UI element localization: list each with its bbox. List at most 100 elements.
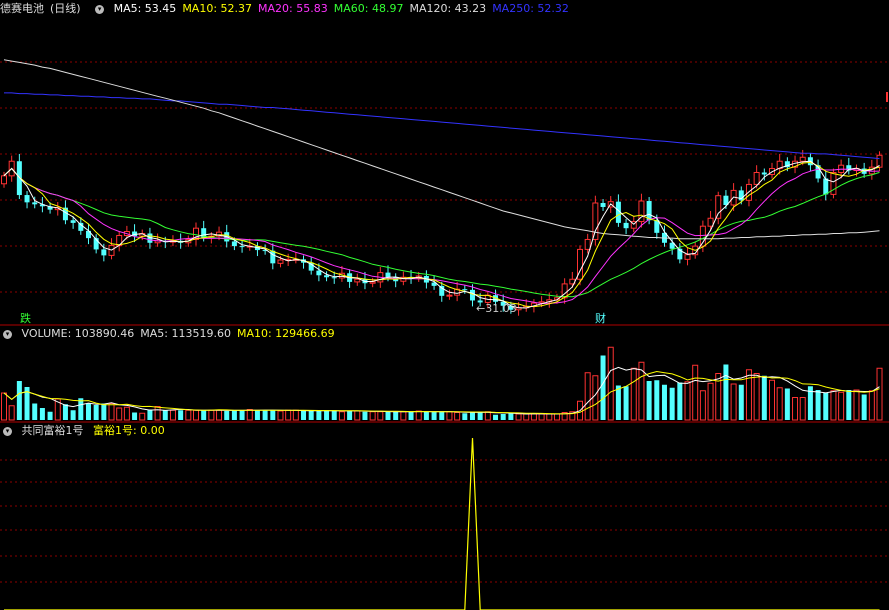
volume-bar [369, 411, 376, 421]
legend-item: MA60: 48.97 [333, 2, 404, 15]
legend-item: MA5: 53.45 [113, 2, 177, 15]
volume-bar [85, 403, 91, 420]
volume-bar [654, 380, 660, 420]
candle-body [277, 259, 284, 264]
kline-chart[interactable] [0, 0, 889, 610]
volume-bar [477, 411, 483, 420]
indicator-title[interactable]: 共同富裕1号 [22, 424, 84, 437]
volume-bar [139, 412, 146, 421]
volume-bar [270, 410, 276, 420]
volume-bar [201, 410, 207, 420]
volume-bar [331, 410, 337, 420]
ma250-line [4, 92, 880, 160]
volume-bar [853, 389, 860, 421]
volume-bar [70, 410, 76, 420]
volume-bar [292, 409, 299, 421]
volume-bar [147, 409, 153, 420]
volume-bar [738, 384, 744, 420]
volume-bar [600, 355, 606, 420]
volume-bar [553, 413, 560, 421]
volume-bar [393, 411, 399, 420]
volume-bar [423, 411, 429, 420]
candle-body [231, 241, 237, 247]
volume-bar [462, 413, 468, 420]
legend-item: VOLUME: 103890.46 [21, 327, 135, 340]
volume-panel-header: ▾ VOLUME: 103890.46 MA5: 113519.60 MA10: 1… [0, 325, 347, 343]
volume-bar [123, 406, 130, 421]
volume-bar [584, 372, 591, 421]
main-panel-header: 德赛电池 (日线) ▾ MA5: 53.45 MA10: 52.37 MA20: 55… [0, 0, 581, 18]
volume-bar [761, 375, 767, 420]
candle-body [799, 156, 806, 162]
legend-item: MA120: 43.23 [409, 2, 487, 15]
volume-bar [116, 407, 123, 421]
candle-body [715, 195, 722, 219]
candle-body [753, 172, 760, 185]
volume-bar [799, 397, 806, 421]
legend-item: MA250: 52.32 [492, 2, 569, 15]
volume-bar [692, 364, 699, 421]
ma120-line [3, 59, 880, 240]
volume-bar [8, 405, 15, 421]
volume-bar [439, 411, 445, 420]
volume-bar [723, 364, 729, 420]
volume-bar [400, 411, 407, 421]
volume-bar [776, 387, 783, 421]
candle-body [761, 172, 767, 175]
expand-icon[interactable]: ▾ [95, 4, 105, 14]
volume-bar [868, 390, 875, 421]
volume-bar [277, 410, 284, 421]
candle-body [469, 289, 475, 301]
candle-body [1, 175, 7, 185]
volume-bar [538, 413, 545, 421]
candle-body [32, 202, 38, 205]
stock-title[interactable]: 德赛电池 (日线) [0, 2, 90, 15]
candle-body [646, 201, 652, 221]
ma-legend: MA5: 53.45 MA10: 52.37 MA20: 55.83 MA60: 48… [114, 2, 575, 15]
candle-body [446, 294, 453, 297]
candle-body [684, 254, 691, 260]
volume-bar [1, 392, 7, 421]
candle-body [70, 220, 76, 223]
legend-item: MA5: 113519.60 [140, 327, 231, 340]
volume-bar [185, 409, 192, 421]
volume-bar [546, 413, 553, 421]
volume-bar [454, 412, 461, 421]
volume-bar [132, 412, 138, 420]
volume-bar [769, 379, 775, 421]
indicator-panel-header: ▾ 共同富裕1号 富裕1号: 0.00 [0, 422, 171, 440]
volume-bar [615, 385, 621, 420]
volume-bar [446, 411, 453, 421]
volume-bar [623, 386, 629, 420]
volume-bar [262, 410, 268, 420]
volume-bar [592, 375, 599, 421]
volume-bar [47, 411, 53, 420]
candle-body [584, 238, 591, 250]
candle-body [270, 250, 276, 264]
candle-body [592, 202, 599, 240]
volume-bar [154, 406, 161, 421]
candle-body [331, 277, 337, 279]
volume-bar [815, 390, 821, 420]
low-price-label: ←31.03 [476, 302, 517, 315]
volume-bar [16, 381, 22, 420]
candle-body [354, 278, 361, 283]
volume-bar [377, 411, 384, 421]
volume-bar [316, 411, 322, 420]
volume-bar [431, 411, 437, 420]
volume-bar [354, 410, 361, 421]
volume-bar [784, 388, 790, 420]
expand-icon[interactable]: ▾ [3, 329, 12, 339]
legend-item: MA10: 129466.69 [236, 327, 335, 340]
volume-bar [730, 383, 737, 421]
candle-body [462, 289, 468, 291]
volume-bar [684, 381, 691, 421]
volume-bar [830, 390, 837, 421]
volume-bar [707, 382, 714, 421]
volume-bar [469, 412, 475, 420]
expand-icon[interactable]: ▾ [3, 426, 12, 436]
volume-bar [93, 405, 99, 420]
volume-bar [285, 409, 292, 421]
volume-bar [324, 410, 330, 420]
volume-bar [231, 410, 237, 420]
